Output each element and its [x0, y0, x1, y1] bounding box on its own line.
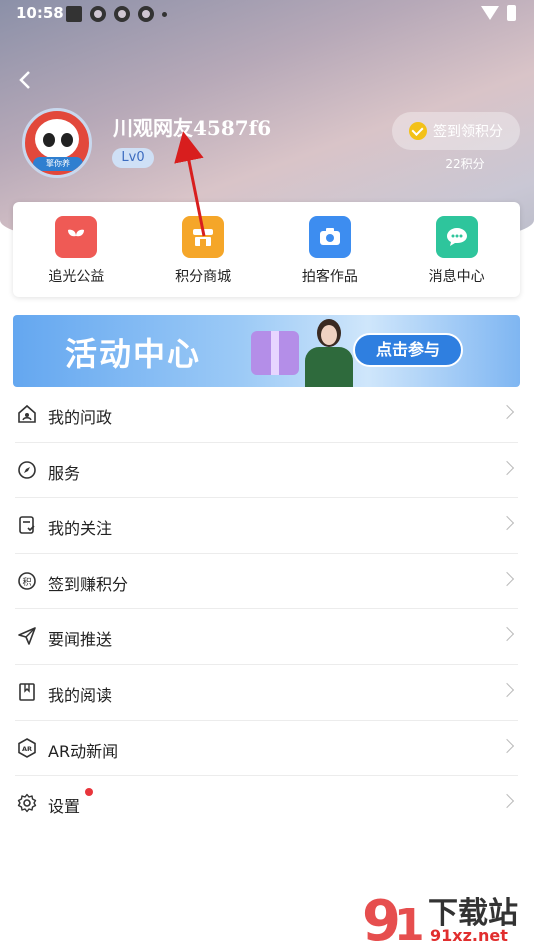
points-count: 22积分 — [445, 157, 485, 171]
check-coin-icon — [409, 122, 427, 140]
username[interactable]: 川观网友4587f6 — [113, 112, 271, 141]
panda-eye — [61, 133, 73, 147]
menu-item-label: 签到赚积分 — [48, 574, 129, 594]
ar-icon: AR — [18, 737, 36, 758]
quick-item-reporter-works[interactable]: 拍客作品 — [267, 202, 394, 297]
notification-app-icon — [138, 6, 154, 22]
watermark-url: 91xz.net — [430, 926, 508, 945]
quick-item-label: 消息中心 — [428, 269, 485, 285]
svg-text:积: 积 — [22, 576, 31, 588]
menu-item-label: 设置 — [48, 797, 81, 817]
level-badge: Lv0 — [112, 148, 154, 168]
compass-icon — [18, 460, 36, 479]
chevron-right-icon — [499, 738, 515, 753]
menu-item-my-follows[interactable]: 我的关注 — [15, 498, 518, 554]
menu-item-signin-points[interactable]: 积 签到赚积分 — [15, 554, 518, 610]
quick-menu-card: 追光公益 积分商城 拍客作品 消息中心 — [13, 202, 520, 297]
svg-text:AR: AR — [22, 745, 32, 753]
chevron-right-icon — [499, 627, 515, 642]
avatar-tag: 擎你养 — [33, 157, 83, 171]
watermark: 9 1 下载站 91xz.net — [360, 888, 532, 950]
menu-item-my-reading[interactable]: 我的阅读 — [15, 665, 518, 721]
signin-label: 签到领积分 — [433, 124, 503, 140]
panda-eye — [43, 133, 55, 147]
sprout-icon — [55, 216, 98, 258]
menu-item-settings[interactable]: 设置 — [15, 776, 518, 832]
menu-item-label: 服务 — [48, 463, 81, 483]
notification-dot — [85, 788, 93, 797]
camera-icon — [308, 216, 351, 258]
follow-icon — [19, 516, 35, 534]
notification-app-icon — [114, 6, 130, 22]
send-icon — [18, 627, 36, 646]
quick-item-label: 拍客作品 — [301, 269, 358, 285]
gear-icon — [17, 793, 37, 813]
menu-item-label: AR动新闻 — [48, 741, 119, 761]
status-bar: 10:58 — [0, 0, 534, 30]
chevron-right-icon — [499, 460, 515, 475]
battery-icon — [507, 5, 516, 21]
quick-item-messages[interactable]: 消息中心 — [393, 202, 520, 297]
svg-text:1: 1 — [394, 900, 425, 948]
avatar[interactable]: 擎你养 — [22, 108, 92, 178]
menu-item-ar-news[interactable]: AR AR动新闻 — [15, 721, 518, 777]
chevron-right-icon — [499, 794, 515, 809]
menu-item-services[interactable]: 服务 — [15, 443, 518, 499]
banner-title: 活动中心 — [65, 335, 202, 373]
menu-item-label: 要闻推送 — [48, 630, 113, 650]
activity-center-banner[interactable]: 活动中心 点击参与 — [13, 315, 520, 387]
notification-icons — [66, 6, 167, 22]
shop-icon — [182, 216, 225, 258]
quick-item-label: 追光公益 — [48, 269, 105, 285]
chevron-right-icon — [499, 404, 515, 420]
quick-item-points-mall[interactable]: 积分商城 — [140, 202, 267, 297]
chevron-right-icon — [499, 516, 515, 531]
chevron-right-icon — [499, 571, 515, 586]
notification-app-icon — [90, 6, 106, 22]
signin-points-button[interactable]: 签到领积分 — [392, 112, 520, 150]
menu-item-news-push[interactable]: 要闻推送 — [15, 609, 518, 665]
quick-item-label: 积分商城 — [175, 269, 232, 285]
menu-list: 我的问政 服务 我的关注 积 签到赚积分 要闻推送 我的阅读 AR AR动新闻 … — [15, 387, 518, 832]
watermark-logo-icon: 9 1 — [362, 889, 425, 950]
quick-item-charity[interactable]: 追光公益 — [13, 202, 140, 297]
menu-item-my-inquiries[interactable]: 我的问政 — [15, 387, 518, 443]
points-icon: 积 — [18, 571, 36, 590]
menu-item-label: 我的问政 — [48, 408, 113, 427]
menu-item-label: 我的阅读 — [48, 685, 113, 705]
host-illustration — [299, 319, 359, 387]
chevron-right-icon — [499, 682, 515, 698]
system-icons — [481, 5, 516, 21]
back-arrow-icon[interactable] — [14, 66, 36, 94]
more-notifications-icon — [162, 11, 167, 17]
house-icon — [18, 404, 36, 423]
chat-icon — [435, 216, 478, 258]
join-button[interactable]: 点击参与 — [353, 333, 463, 367]
gift-icon — [251, 331, 299, 375]
wifi-icon — [481, 6, 499, 20]
host-face — [321, 325, 337, 345]
host-body — [305, 347, 353, 387]
notification-square-icon — [66, 6, 82, 22]
status-time: 10:58 — [16, 4, 64, 22]
bookmark-icon — [19, 683, 35, 701]
menu-item-label: 我的关注 — [48, 519, 113, 539]
